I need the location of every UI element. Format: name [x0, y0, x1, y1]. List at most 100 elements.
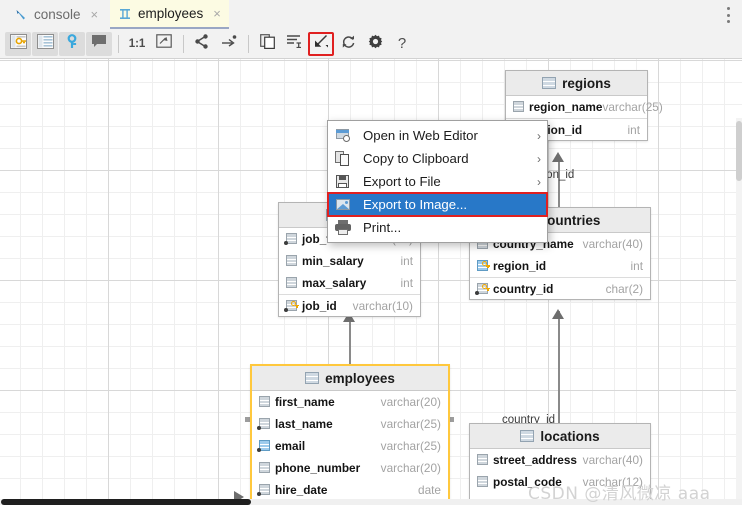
arrange-button[interactable] [216, 32, 242, 56]
vertical-scrollbar-thumb[interactable] [736, 121, 742, 181]
diagram-toolbar: 1:1 ? [0, 29, 742, 59]
column-name: street_address [493, 453, 577, 467]
menu-item-label: Print... [363, 220, 402, 235]
tab-console[interactable]: console × [6, 0, 106, 29]
relationship-arrow-incoming-employees [234, 491, 244, 499]
menu-item-print[interactable]: Print... [328, 216, 547, 239]
indexed-column-icon [257, 484, 270, 496]
web-editor-icon [335, 128, 351, 143]
toolbar-separator-2 [183, 34, 184, 53]
tab-employees[interactable]: employees × [110, 0, 229, 29]
layout-graph-button[interactable] [189, 32, 215, 56]
show-columns-button[interactable] [5, 31, 31, 56]
column-row[interactable]: country_id char(2) [470, 277, 650, 299]
copy-pages-icon [259, 33, 275, 54]
gear-icon [368, 34, 383, 54]
refresh-button[interactable] [335, 32, 361, 56]
show-all-columns-button[interactable] [32, 31, 58, 56]
column-icon [511, 101, 524, 113]
column-type: char(2) [605, 281, 643, 296]
menu-item-open-in-web-editor[interactable]: Open in Web Editor › [328, 124, 547, 147]
diagram-icon [118, 7, 132, 21]
entity-employees[interactable]: employees first_name varchar(20) last_na… [250, 364, 450, 499]
question-mark-icon: ? [397, 35, 407, 52]
column-row[interactable]: region_id int [470, 255, 650, 277]
column-type: int [400, 254, 413, 268]
column-icon [284, 277, 297, 289]
menu-item-export-to-image[interactable]: Export to Image... [327, 192, 548, 217]
chevron-right-icon: › [537, 174, 541, 189]
column-row[interactable]: job_id varchar(10) [279, 294, 420, 316]
tab-employees-label: employees [138, 6, 204, 21]
column-name: phone_number [275, 461, 361, 475]
entity-regions-header: regions [506, 71, 647, 96]
export-arrow-icon [313, 34, 329, 54]
column-row[interactable]: last_name varchar(25) [252, 413, 448, 435]
column-type: varchar(25) [602, 100, 663, 114]
column-row[interactable]: max_salary int [279, 272, 420, 294]
zoom-actual-size-button[interactable]: 1:1 [124, 32, 150, 56]
copy-button[interactable] [254, 32, 280, 56]
sort-button[interactable] [281, 32, 307, 56]
table-grid-icon [36, 33, 54, 54]
column-icon [284, 255, 297, 267]
column-row[interactable]: hire_date date [252, 479, 448, 499]
column-row[interactable]: phone_number varchar(20) [252, 457, 448, 479]
clipboard-icon [335, 151, 351, 166]
column-row[interactable]: region_name varchar(25) [506, 96, 663, 118]
menu-item-label: Open in Web Editor [363, 128, 478, 143]
primary-key-column-icon [284, 299, 299, 312]
column-icon [257, 396, 270, 408]
share-graph-icon [194, 33, 210, 54]
image-icon [335, 197, 351, 212]
column-row[interactable]: email varchar(25) [252, 435, 448, 457]
er-diagram-canvas[interactable]: job_id country_id region_id regions regi… [0, 59, 742, 499]
toolbar-separator-3 [248, 34, 249, 53]
arrow-node-icon [221, 34, 237, 53]
one-to-one-icon: 1:1 [128, 37, 146, 50]
menu-item-copy-to-clipboard[interactable]: Copy to Clipboard › [328, 147, 547, 170]
menu-item-label: Copy to Clipboard [363, 151, 469, 166]
entity-locations-header: locations [470, 424, 650, 449]
show-keys-only-button[interactable] [59, 31, 85, 56]
table-icon [542, 77, 557, 89]
show-comments-button[interactable] [86, 31, 112, 56]
settings-button[interactable] [362, 32, 388, 56]
chevron-right-icon: › [537, 128, 541, 143]
dbeaver-er-diagram-window: console × employees × 1:1 ? country_id r… [0, 0, 742, 505]
entity-locations-title: locations [540, 428, 600, 444]
indexed-column-icon [257, 418, 270, 430]
tab-console-close-icon[interactable]: × [91, 8, 99, 21]
more-options-icon[interactable] [726, 7, 730, 23]
table-icon [305, 372, 320, 384]
relationship-arrow-region-id [552, 152, 564, 162]
column-type: varchar(20) [380, 461, 441, 475]
column-icon [257, 462, 270, 474]
help-button[interactable]: ? [389, 32, 415, 56]
entity-employees-header: employees [252, 366, 448, 391]
menu-item-export-to-file[interactable]: Export to File › [328, 170, 547, 193]
relationship-arrow-country-id [552, 309, 564, 319]
column-name: first_name [275, 395, 335, 409]
column-row[interactable]: street_address varchar(40) [470, 449, 650, 471]
column-name: job_id [302, 298, 337, 313]
column-name: max_salary [302, 276, 367, 290]
console-icon [14, 8, 28, 22]
column-name: min_salary [302, 254, 364, 268]
export-context-menu[interactable]: Open in Web Editor › Copy to Clipboard ›… [327, 120, 548, 243]
chevron-right-icon: › [537, 151, 541, 166]
column-row[interactable]: first_name varchar(20) [252, 391, 448, 413]
column-row[interactable]: min_salary int [279, 250, 420, 272]
column-type: int [627, 122, 640, 137]
horizontal-scrollbar-thumb[interactable] [1, 499, 251, 505]
fit-to-screen-button[interactable] [151, 32, 177, 56]
tab-bar: console × employees × [0, 0, 742, 30]
save-file-icon [335, 174, 351, 189]
fit-screen-icon [156, 34, 172, 53]
tab-employees-close-icon[interactable]: × [213, 7, 221, 20]
export-button[interactable] [308, 31, 334, 56]
refresh-icon [341, 34, 356, 54]
column-type: varchar(40) [582, 453, 643, 467]
column-icon [475, 454, 488, 466]
comment-icon [91, 34, 107, 53]
